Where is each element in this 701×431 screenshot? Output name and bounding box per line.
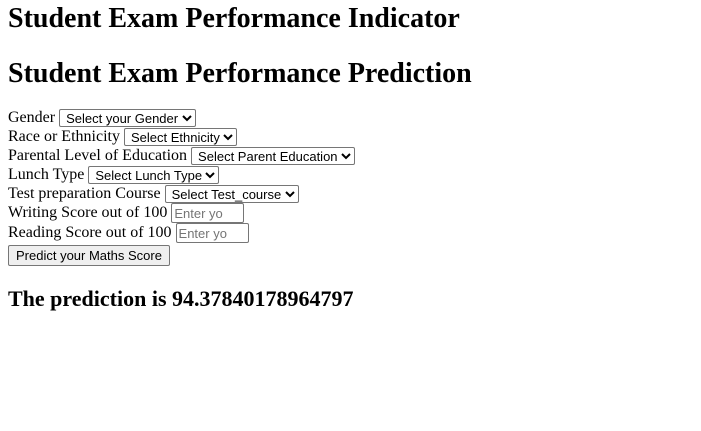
gender-select[interactable]: Select your Gender [59,108,197,127]
writing-score-label: Writing Score out of 100 [8,204,168,221]
reading-score-input[interactable] [175,223,249,243]
ethnicity-select[interactable]: Select Ethnicity [123,127,237,146]
parental-education-select[interactable]: Select Parent Education [191,146,356,165]
ethnicity-label: Race or Ethnicity [8,128,120,145]
prediction-result: The prediction is 94.37840178964797 [8,286,354,311]
writing-score-row: Writing Score out of 100 [8,203,693,223]
reading-score-row: Reading Score out of 100 [8,223,693,243]
test-prep-select[interactable]: Select Test_course [164,184,299,203]
predict-button[interactable]: Predict your Maths Score [8,245,170,266]
parental-education-row: Parental Level of Education Select Paren… [8,146,693,165]
lunch-select[interactable]: Select Lunch Type [88,165,220,184]
gender-row: Gender Select your Gender [8,108,693,127]
submit-row: Predict your Maths Score [8,245,693,266]
ethnicity-row: Race or Ethnicity Select Ethnicity [8,127,693,146]
lunch-label: Lunch Type [8,166,85,183]
parental-education-label: Parental Level of Education [8,147,188,164]
reading-score-label: Reading Score out of 100 [8,224,172,241]
page-subtitle: Student Exam Performance Prediction [8,58,472,89]
writing-score-input[interactable] [171,203,245,223]
test-prep-row: Test preparation Course Select Test_cour… [8,184,693,203]
page-title: Student Exam Performance Indicator [8,3,460,34]
page-container: Student Exam Performance Indicator Stude… [0,0,701,312]
test-prep-label: Test preparation Course [8,185,161,202]
lunch-row: Lunch Type Select Lunch Type [8,165,693,184]
gender-label: Gender [8,109,56,126]
prediction-form: Gender Select your Gender Race or Ethnic… [8,108,693,266]
